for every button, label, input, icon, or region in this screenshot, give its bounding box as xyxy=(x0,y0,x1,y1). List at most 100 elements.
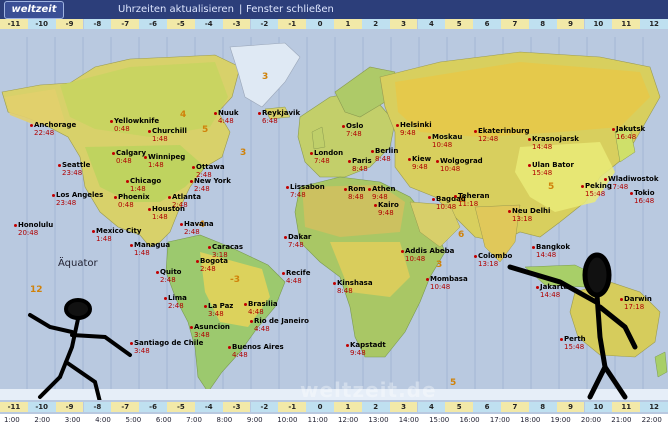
city-time: 9:48 xyxy=(372,193,388,201)
city-dot xyxy=(436,160,439,163)
city-label[interactable]: Honolulu 20:48 xyxy=(18,221,53,237)
city-label[interactable]: Asuncion 3:48 xyxy=(194,323,230,339)
city-label[interactable]: Bogota 2:48 xyxy=(200,257,228,273)
city-label[interactable]: Churchill 1:48 xyxy=(152,127,187,143)
city-label[interactable]: Berlin 8:48 xyxy=(375,147,398,163)
city-label[interactable]: Helsinki 9:48 xyxy=(400,121,432,137)
city-dot xyxy=(342,125,345,128)
city-label[interactable]: Colombo 13:18 xyxy=(478,252,512,268)
city-label[interactable]: Reykjavik 6:48 xyxy=(262,109,300,125)
city-label[interactable]: Kinshasa 8:48 xyxy=(337,279,373,295)
city-label[interactable]: Houston 1:48 xyxy=(152,205,185,221)
city-time: 0:48 xyxy=(118,201,134,209)
city-label[interactable]: Paris 8:48 xyxy=(352,157,372,173)
city-label[interactable]: Kiew 9:48 xyxy=(412,155,431,171)
city-time: 2:48 xyxy=(200,265,216,273)
city-time: 10:48 xyxy=(440,165,461,173)
city-dot xyxy=(536,286,539,289)
city-label[interactable]: Anchorage 22:48 xyxy=(34,121,76,137)
city-label[interactable]: Teheran 11:18 xyxy=(458,192,489,208)
city-dot xyxy=(620,298,623,301)
city-label[interactable]: Winnipeg 1:48 xyxy=(148,153,185,169)
city-time: 9:48 xyxy=(400,129,416,137)
city-label[interactable]: Dakar 7:48 xyxy=(288,233,311,249)
city-label[interactable]: Phoenix 0:48 xyxy=(118,193,150,209)
city-label[interactable]: Darwin 17:18 xyxy=(624,295,652,311)
city-dot xyxy=(196,260,199,263)
timezone-cell: 3 xyxy=(389,402,418,412)
city-dot xyxy=(374,204,377,207)
city-dot xyxy=(130,342,133,345)
weltzeit-logo[interactable]: weltzeit xyxy=(4,1,64,19)
city-label[interactable]: Athen 9:48 xyxy=(372,185,395,201)
city-dot xyxy=(528,138,531,141)
city-label[interactable]: Rio de Janeiro 4:48 xyxy=(254,317,309,333)
city-label[interactable]: Rom 8:48 xyxy=(348,185,366,201)
city-dot xyxy=(30,124,33,127)
city-label[interactable]: Los Angeles 23:48 xyxy=(56,191,103,207)
city-label[interactable]: Calgary 0:48 xyxy=(116,149,146,165)
city-label[interactable]: Recife 4:48 xyxy=(286,269,310,285)
timezone-cell: 8 xyxy=(528,402,557,412)
city-label[interactable]: Seattle 23:48 xyxy=(62,161,90,177)
city-dot xyxy=(14,224,17,227)
city-label[interactable]: Buenos Aires 4:48 xyxy=(232,343,284,359)
timezone-cell: -3 xyxy=(222,402,251,412)
city-dot xyxy=(396,124,399,127)
city-label[interactable]: Tokio 16:48 xyxy=(634,189,655,205)
hour-label: 3:00 xyxy=(64,416,81,424)
city-time: 12:48 xyxy=(478,135,499,143)
city-dot xyxy=(126,180,129,183)
city-label[interactable]: Neu Delhi 13:18 xyxy=(512,207,550,223)
city-label[interactable]: Quito 2:48 xyxy=(160,268,182,284)
close-window-link[interactable]: Fenster schließen xyxy=(246,4,334,15)
city-time: 3:48 xyxy=(134,347,150,355)
city-time: 8:48 xyxy=(348,193,364,201)
city-label[interactable]: Krasnojarsk 14:48 xyxy=(532,135,579,151)
city-time: 4:48 xyxy=(254,325,270,333)
city-label[interactable]: Havana 2:48 xyxy=(184,220,214,236)
city-label[interactable]: Santiago de Chile 3:48 xyxy=(134,339,203,355)
city-dot xyxy=(408,158,411,161)
city-label[interactable]: Kairo 9:48 xyxy=(378,201,399,217)
city-label[interactable]: Kapstadt 9:48 xyxy=(350,341,386,357)
city-label[interactable]: Bangkok 14:48 xyxy=(536,243,570,259)
timezone-cell: -6 xyxy=(139,402,167,412)
city-label[interactable]: Chicago 1:48 xyxy=(130,177,161,193)
timezone-cell: 5 xyxy=(445,19,474,29)
update-times-link[interactable]: Uhrzeiten aktualisieren xyxy=(118,4,234,15)
city-label[interactable]: Addis Abeba 10:48 xyxy=(405,247,454,263)
timezone-cell: -7 xyxy=(111,402,140,412)
city-label[interactable]: Brasilia 4:48 xyxy=(248,300,278,316)
city-time: 15:48 xyxy=(564,343,585,351)
city-label[interactable]: Nuuk 4:48 xyxy=(218,109,238,125)
timezone-cell: 9 xyxy=(556,402,585,412)
city-label[interactable]: London 7:48 xyxy=(314,149,343,165)
city-label[interactable]: Jakarta 14:48 xyxy=(540,283,568,299)
city-label[interactable]: Managua 1:48 xyxy=(134,241,170,257)
city-label[interactable]: Mombasa 10:48 xyxy=(430,275,468,291)
city-label[interactable]: Oslo 7:48 xyxy=(346,122,363,138)
timezone-cell: -1 xyxy=(278,402,307,412)
city-time: 9:48 xyxy=(378,209,394,217)
city-label[interactable]: Moskau 10:48 xyxy=(432,133,462,149)
city-label[interactable]: La Paz 3:48 xyxy=(208,302,233,318)
city-label[interactable]: Wolgograd 10:48 xyxy=(440,157,483,173)
timezone-cell: 1 xyxy=(334,402,362,412)
city-label[interactable]: Lissabon 7:48 xyxy=(290,183,325,199)
city-name: Perth xyxy=(564,335,586,343)
city-dot xyxy=(244,303,247,306)
city-time: 2:48 xyxy=(184,228,200,236)
city-label[interactable]: Ekaterinburg 12:48 xyxy=(478,127,530,143)
city-label[interactable]: Peking 15:48 xyxy=(585,182,612,198)
city-dot xyxy=(148,208,151,211)
city-label[interactable]: New York 2:48 xyxy=(194,177,231,193)
city-label[interactable]: Lima 2:48 xyxy=(168,294,187,310)
city-label[interactable]: Perth 15:48 xyxy=(564,335,586,351)
city-name: Jakutsk xyxy=(616,125,646,133)
city-time: 7:48 xyxy=(346,130,362,138)
city-label[interactable]: Ulan Bator 15:48 xyxy=(532,161,574,177)
city-time: 22:48 xyxy=(34,129,55,137)
city-time: 7:48 xyxy=(288,241,304,249)
city-label[interactable]: Jakutsk 16:48 xyxy=(616,125,645,141)
